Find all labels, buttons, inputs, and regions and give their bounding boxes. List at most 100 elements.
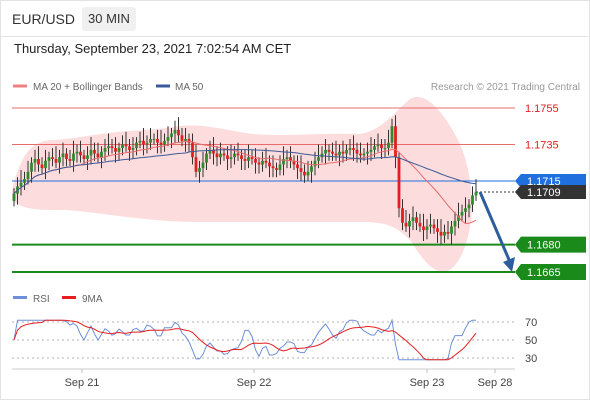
candle-body	[79, 151, 82, 156]
ma20-legend-swatch	[13, 84, 27, 88]
candle-body	[23, 179, 26, 183]
candle-body	[229, 157, 233, 160]
candle-body	[359, 153, 362, 156]
candle-body	[110, 146, 114, 149]
candle-body	[383, 148, 387, 150]
candle-body	[219, 153, 222, 158]
candle-body	[471, 195, 474, 205]
candle-body	[334, 153, 338, 156]
candle-body	[376, 144, 380, 147]
candle-body	[418, 222, 422, 227]
candle-body	[369, 149, 373, 152]
candle-body	[135, 142, 138, 149]
candle-body	[390, 126, 394, 143]
candle-body	[271, 166, 275, 169]
candle-body	[89, 149, 93, 156]
candle-body	[180, 135, 184, 141]
candle-body	[264, 160, 268, 163]
candle-body	[432, 224, 436, 229]
candle-body	[345, 149, 348, 154]
candle-body	[285, 157, 289, 160]
candle-body	[194, 157, 198, 172]
candle-body	[310, 166, 313, 172]
candle-body	[44, 160, 47, 169]
candle-body	[124, 144, 128, 147]
candle-body	[467, 204, 471, 209]
x-tick-label: Sep 22	[237, 377, 272, 389]
candle-body	[250, 157, 254, 160]
chart-svg: MA 20 + Bollinger Bands MA 50 Research ©…	[12, 82, 586, 389]
candle-body	[149, 138, 152, 143]
candle-body	[373, 146, 376, 150]
candle-body	[240, 155, 243, 160]
rsi-tick-label: 30	[525, 353, 537, 365]
candle-body	[394, 126, 397, 158]
candle-body	[352, 148, 355, 150]
last-price-label: 1.1709	[527, 187, 561, 199]
candle-body	[401, 208, 404, 223]
candle-body	[191, 142, 194, 158]
candle-body	[397, 157, 401, 209]
candle-body	[128, 146, 131, 150]
x-tick-label: Sep 21	[65, 377, 100, 389]
support-label: 1.1680	[527, 240, 561, 252]
candle-body	[166, 137, 170, 141]
candle-body	[121, 144, 124, 149]
candle-body	[261, 160, 264, 165]
candle-body	[278, 164, 282, 170]
candle-body	[19, 182, 23, 187]
candle-body	[215, 153, 219, 158]
support-label: 1.1665	[527, 267, 561, 279]
candle-body	[436, 228, 439, 232]
candle-body	[142, 140, 145, 145]
candle-body	[275, 168, 278, 170]
candle-body	[236, 153, 240, 156]
candle-body	[68, 159, 72, 161]
candle-body	[75, 151, 79, 154]
candle-body	[163, 140, 166, 145]
candle-body	[404, 222, 408, 227]
candle-body	[40, 164, 44, 169]
candle-body	[338, 151, 341, 156]
candle-body	[30, 162, 33, 172]
candle-body	[58, 157, 61, 163]
candle-body	[86, 155, 89, 160]
ma20-legend-label: MA 20 + Bollinger Bands	[33, 82, 143, 93]
rsi-tick-label: 50	[525, 335, 537, 347]
candle-body	[257, 162, 261, 165]
candle-body	[170, 133, 173, 138]
candle-body	[37, 159, 40, 165]
candle-body	[233, 153, 236, 158]
candle-body	[408, 220, 411, 227]
candle-body	[362, 153, 366, 156]
candle-body	[355, 149, 359, 154]
candle-body	[131, 148, 135, 150]
ma50-legend-swatch	[156, 84, 170, 88]
candle-body	[93, 149, 96, 154]
candle-body	[460, 211, 464, 216]
candle-body	[61, 153, 65, 158]
rsi-legend-label: RSI	[33, 294, 50, 305]
candle-body	[145, 142, 149, 145]
candle-body	[96, 153, 100, 158]
candle-body	[65, 153, 68, 160]
candle-body	[72, 153, 75, 161]
candle-body	[306, 171, 310, 176]
candle-body	[107, 146, 110, 149]
candle-body	[177, 129, 180, 136]
candle-body	[254, 159, 257, 163]
candle-body	[450, 226, 453, 234]
candle-body	[348, 148, 352, 150]
rsi-tick-label: 70	[525, 317, 537, 329]
candle-body	[439, 231, 443, 236]
candle-body	[138, 140, 142, 143]
rsi-ma-legend-label: 9MA	[82, 294, 103, 305]
resistance-label: 1.1755	[525, 103, 559, 115]
candle-body	[12, 193, 16, 201]
candle-body	[100, 151, 103, 158]
candle-body	[429, 224, 432, 227]
candle-body	[247, 157, 250, 161]
candle-body	[387, 142, 390, 149]
candle-body	[443, 231, 446, 236]
candle-body	[341, 151, 345, 154]
